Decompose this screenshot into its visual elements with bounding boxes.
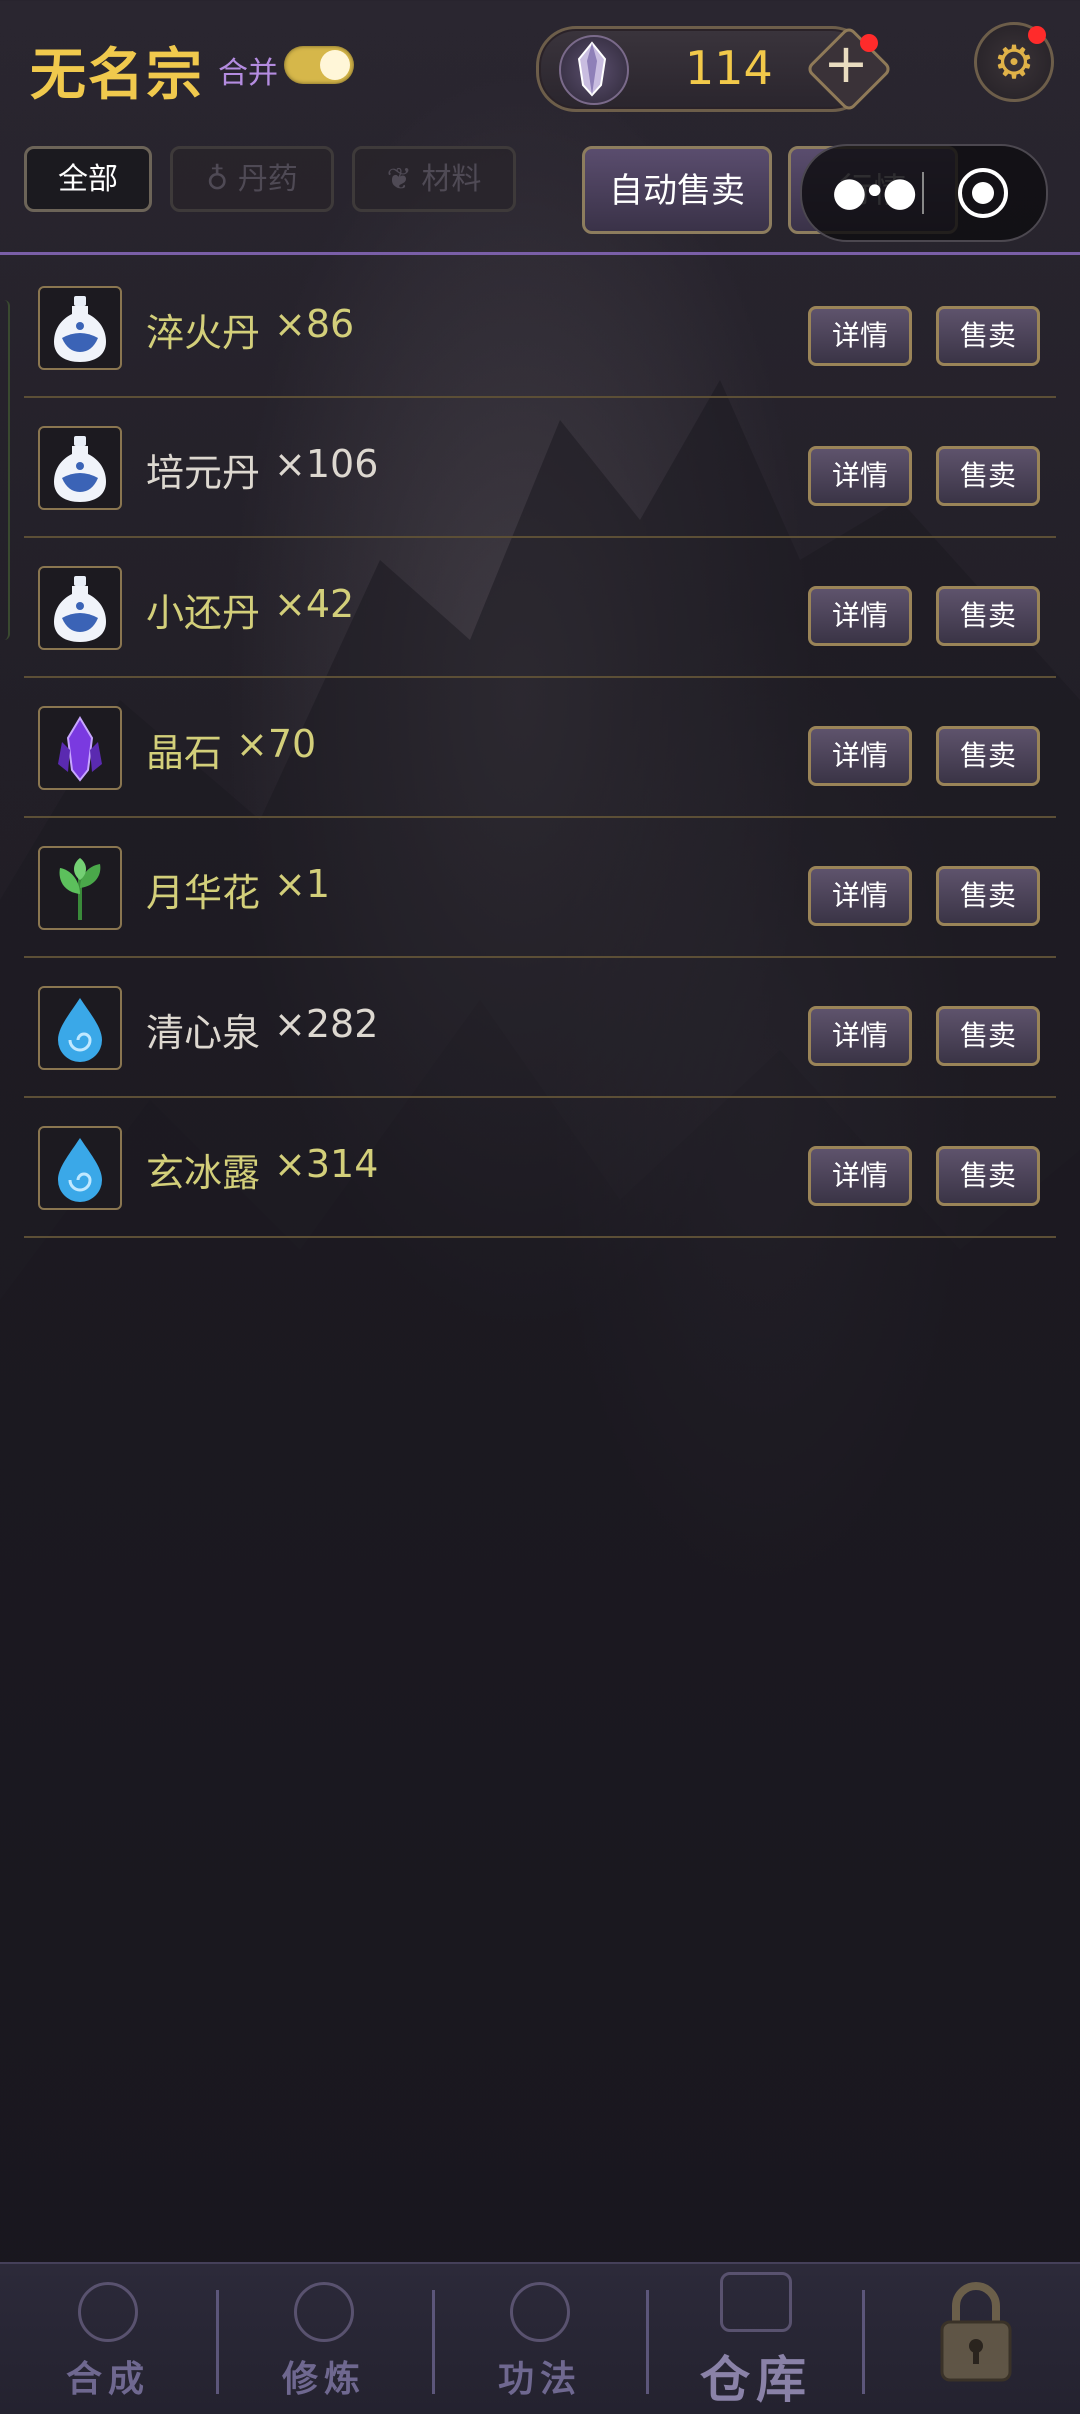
inventory-row: 淬火丹 ×86 详情 售卖 bbox=[24, 258, 1056, 398]
detail-button[interactable]: 详情 bbox=[808, 446, 912, 506]
bottle-icon: ♁ bbox=[206, 162, 229, 197]
inventory-row: 清心泉 ×282 详情 售卖 bbox=[24, 958, 1056, 1098]
merge-label: 合并 bbox=[218, 56, 278, 91]
leaf-icon: ❦ bbox=[386, 162, 412, 197]
auto-sell-button[interactable]: 自动售卖 bbox=[582, 146, 772, 234]
inventory-row: 小还丹 ×42 详情 售卖 bbox=[24, 538, 1056, 678]
detail-button[interactable]: 详情 bbox=[808, 1146, 912, 1206]
detail-button[interactable]: 详情 bbox=[808, 306, 912, 366]
merge-toggle[interactable] bbox=[284, 46, 354, 84]
detail-button[interactable]: 详情 bbox=[808, 1006, 912, 1066]
mini-program-capsule: ●•● bbox=[800, 144, 1048, 242]
sell-button[interactable]: 售卖 bbox=[936, 1006, 1040, 1066]
currency-value: 114 bbox=[685, 41, 773, 95]
nav-cultivation[interactable]: 修炼 bbox=[216, 2264, 432, 2414]
nav-synthesis-label: 合成 bbox=[65, 2359, 150, 2400]
capsule-divider bbox=[922, 172, 924, 214]
nav-divider bbox=[862, 2290, 865, 2394]
item-name: 淬火丹 bbox=[146, 311, 261, 355]
filter-all-button[interactable]: 全部 bbox=[24, 146, 152, 212]
swirl-icon bbox=[78, 2282, 138, 2342]
emblem-icon bbox=[510, 2282, 570, 2342]
item-count: ×70 bbox=[236, 722, 317, 766]
filter-materials-button[interactable]: ❦ 材料 bbox=[352, 146, 516, 212]
item-count: ×282 bbox=[274, 1002, 379, 1046]
inventory-row: 玄冰露 ×314 详情 售卖 bbox=[24, 1098, 1056, 1238]
gem-icon bbox=[559, 35, 629, 105]
notification-dot bbox=[860, 34, 878, 52]
inventory-row: 月华花 ×1 详情 售卖 bbox=[24, 818, 1056, 958]
detail-button[interactable]: 详情 bbox=[808, 586, 912, 646]
nav-warehouse[interactable]: 仓库 bbox=[648, 2264, 864, 2414]
nav-techniques-label: 功法 bbox=[497, 2359, 582, 2400]
lock-icon[interactable] bbox=[936, 2276, 1016, 2386]
nav-synthesis[interactable]: 合成 bbox=[0, 2264, 216, 2414]
nav-techniques[interactable]: 功法 bbox=[432, 2264, 648, 2414]
porcelain-bottle-icon bbox=[38, 566, 122, 650]
item-count: ×1 bbox=[274, 862, 331, 906]
porcelain-bottle-icon bbox=[38, 286, 122, 370]
porcelain-bottle-icon bbox=[38, 426, 122, 510]
more-dots-icon[interactable]: ●•● bbox=[832, 172, 917, 212]
toggle-knob bbox=[320, 50, 350, 80]
sell-button[interactable]: 售卖 bbox=[936, 586, 1040, 646]
item-count: ×42 bbox=[274, 582, 355, 626]
notification-dot bbox=[1028, 26, 1046, 44]
header-divider bbox=[0, 252, 1080, 255]
item-count: ×86 bbox=[274, 302, 355, 346]
inventory-row: 晶石 ×70 详情 售卖 bbox=[24, 678, 1056, 818]
herb-icon bbox=[38, 846, 122, 930]
item-count: ×314 bbox=[274, 1142, 379, 1186]
sell-button[interactable]: 售卖 bbox=[936, 726, 1040, 786]
item-name: 清心泉 bbox=[146, 1011, 261, 1055]
nav-cultivation-label: 修炼 bbox=[281, 2359, 366, 2400]
item-name: 培元丹 bbox=[146, 451, 261, 495]
item-name: 晶石 bbox=[146, 731, 223, 775]
nav-warehouse-label: 仓库 bbox=[700, 2351, 812, 2409]
detail-button[interactable]: 详情 bbox=[808, 866, 912, 926]
detail-button[interactable]: 详情 bbox=[808, 726, 912, 786]
filter-materials-label: 材料 bbox=[421, 162, 482, 197]
inventory-row: 培元丹 ×106 详情 售卖 bbox=[24, 398, 1056, 538]
item-name: 玄冰露 bbox=[146, 1151, 261, 1195]
filter-pills-label: 丹药 bbox=[237, 162, 298, 197]
chest-icon bbox=[720, 2272, 792, 2332]
item-name: 月华花 bbox=[146, 871, 261, 915]
sect-name-title: 无名宗 bbox=[30, 43, 204, 108]
filter-pills-button[interactable]: ♁ 丹药 bbox=[170, 146, 334, 212]
water-drop-icon bbox=[38, 986, 122, 1070]
sell-button[interactable]: 售卖 bbox=[936, 306, 1040, 366]
sell-button[interactable]: 售卖 bbox=[936, 1146, 1040, 1206]
water-drop-icon bbox=[38, 1126, 122, 1210]
close-target-icon[interactable] bbox=[958, 168, 1008, 218]
sell-button[interactable]: 售卖 bbox=[936, 446, 1040, 506]
item-count: ×106 bbox=[274, 442, 379, 486]
sell-button[interactable]: 售卖 bbox=[936, 866, 1040, 926]
meditation-icon bbox=[294, 2282, 354, 2342]
crystal-icon bbox=[38, 706, 122, 790]
item-name: 小还丹 bbox=[146, 591, 261, 635]
side-drawer-edge[interactable] bbox=[0, 300, 10, 640]
bottom-navigation: 合成 修炼 功法 仓库 bbox=[0, 2262, 1080, 2414]
